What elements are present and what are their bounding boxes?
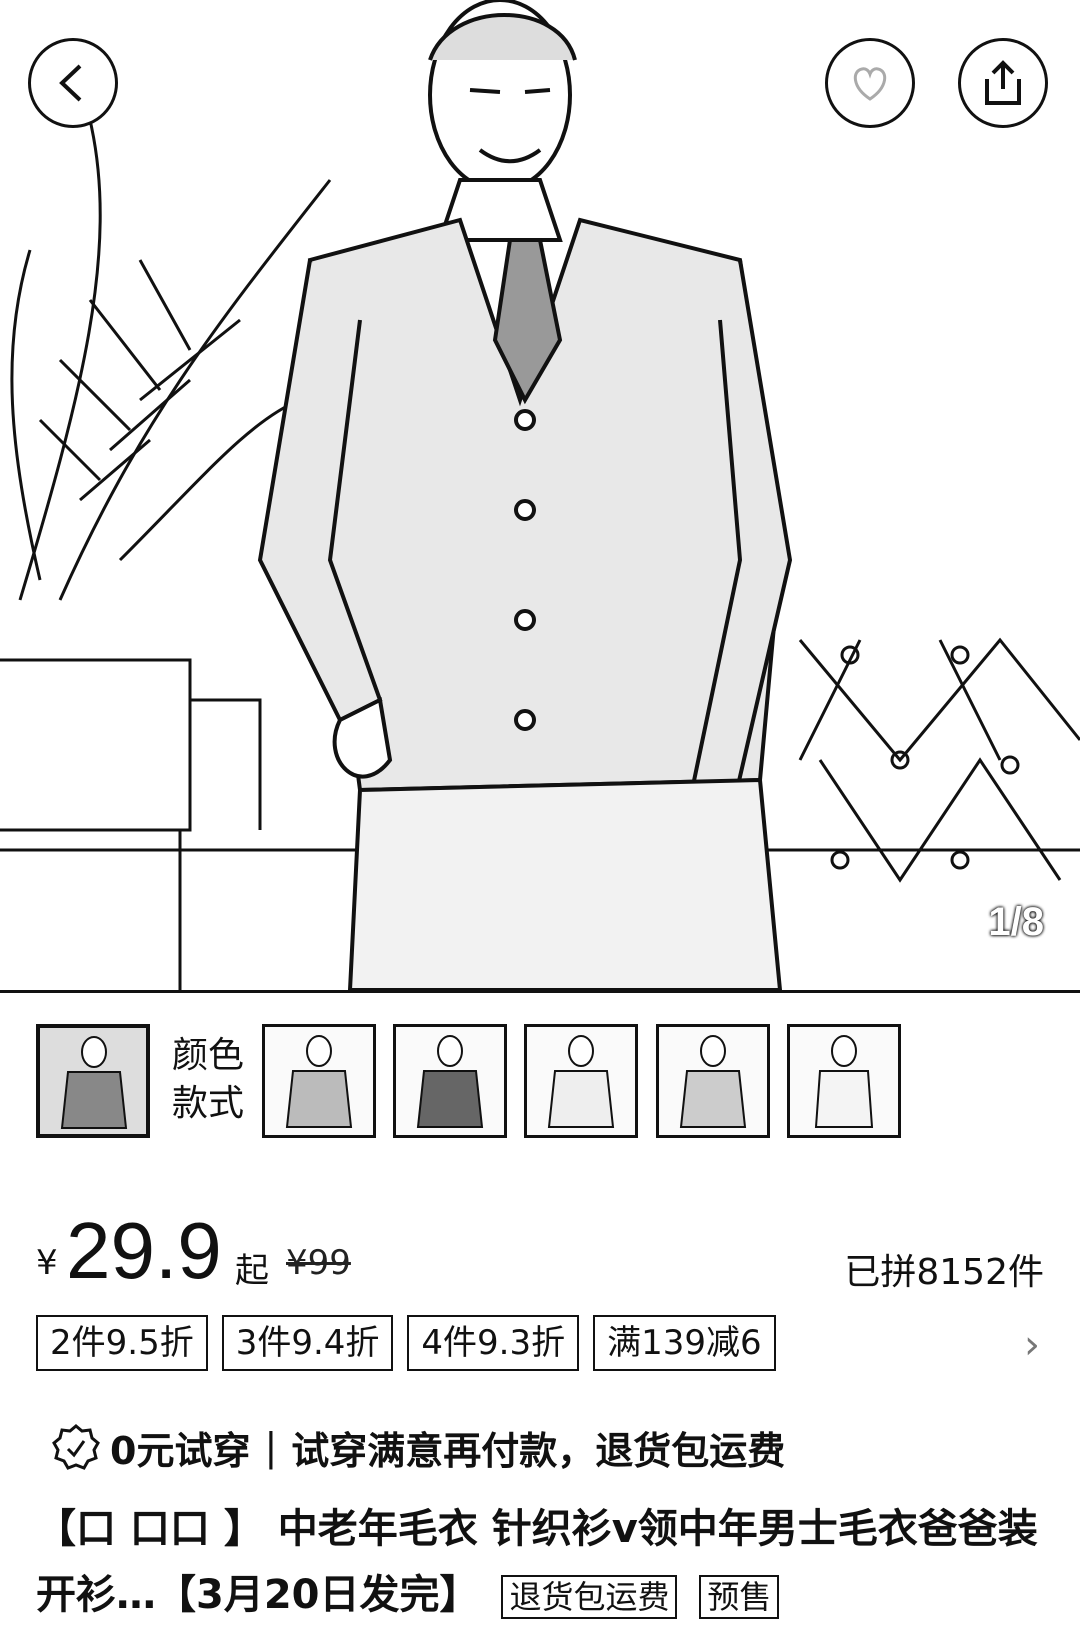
product-main-image — [0, 0, 1080, 990]
share-icon — [985, 60, 1021, 105]
thumbnail-image — [285, 1035, 353, 1128]
style-thumbnail[interactable] — [524, 1024, 638, 1138]
thumbnail-image — [40, 1028, 146, 1134]
style-thumbnail[interactable] — [262, 1024, 376, 1138]
product-title: 【口 口口 】 中老年毛衣 针织衫v领中年男士毛衣爸爸装开衫…【3月20日发完】… — [36, 1496, 1046, 1628]
chevron-right-icon[interactable]: › — [1024, 1322, 1040, 1368]
return-shipping-badge: 退货包运费 — [501, 1575, 678, 1619]
presale-badge: 预售 — [699, 1575, 780, 1619]
style-label: 颜色 款式 — [172, 1032, 252, 1128]
chevron-left-icon — [59, 64, 82, 102]
title-prefix: 【口 口口 】 — [36, 1506, 264, 1552]
promo-tag[interactable]: 满139减6 — [593, 1315, 776, 1371]
promo-tag[interactable]: 3件9.4折 — [221, 1315, 394, 1371]
favorite-button[interactable] — [825, 38, 915, 128]
style-selector: 颜色 款式 — [0, 1020, 1080, 1140]
thumbnail-image — [416, 1035, 484, 1128]
promo-tags[interactable]: 2件9.5折 3件9.4折 4件9.3折 满139减6 — [36, 1315, 776, 1373]
price-suffix: 起 — [235, 1251, 269, 1291]
style-thumbnail[interactable] — [393, 1024, 507, 1138]
promo-tag[interactable]: 4件9.3折 — [407, 1315, 580, 1371]
trial-separator: | — [264, 1425, 278, 1469]
style-label-line: 颜色 — [172, 1035, 245, 1076]
original-price: ¥99 — [286, 1243, 351, 1283]
share-button[interactable] — [958, 38, 1048, 128]
trial-label: 0元试穿 — [110, 1428, 251, 1473]
heart-icon — [853, 67, 887, 101]
sold-count: 已拼8152件 — [844, 1252, 1044, 1293]
style-label-line: 款式 — [172, 1083, 245, 1124]
thumbnail-image — [679, 1035, 747, 1128]
price-row: ¥ 29.9 起 ¥99 已拼8152件 — [0, 1205, 1080, 1295]
thumbnail-image — [547, 1035, 615, 1128]
group-price: 29.9 — [66, 1206, 222, 1295]
back-button[interactable] — [28, 38, 118, 128]
image-counter: 1/8 — [988, 900, 1044, 944]
style-thumbnail[interactable] — [36, 1024, 150, 1138]
free-trial-banner[interactable]: 0元试穿 | 试穿满意再付款，退货包运费 — [52, 1418, 785, 1476]
style-thumbnail[interactable] — [787, 1024, 901, 1138]
trial-text: 试穿满意再付款，退货包运费 — [291, 1428, 786, 1473]
promo-tag[interactable]: 2件9.5折 — [36, 1315, 208, 1371]
style-thumbnail[interactable] — [656, 1024, 770, 1138]
thumbnail-image — [814, 1035, 874, 1128]
shield-badge-icon — [52, 1424, 100, 1470]
currency-symbol: ¥ — [36, 1243, 58, 1283]
product-image-gallery[interactable]: 1/8 — [0, 0, 1080, 993]
